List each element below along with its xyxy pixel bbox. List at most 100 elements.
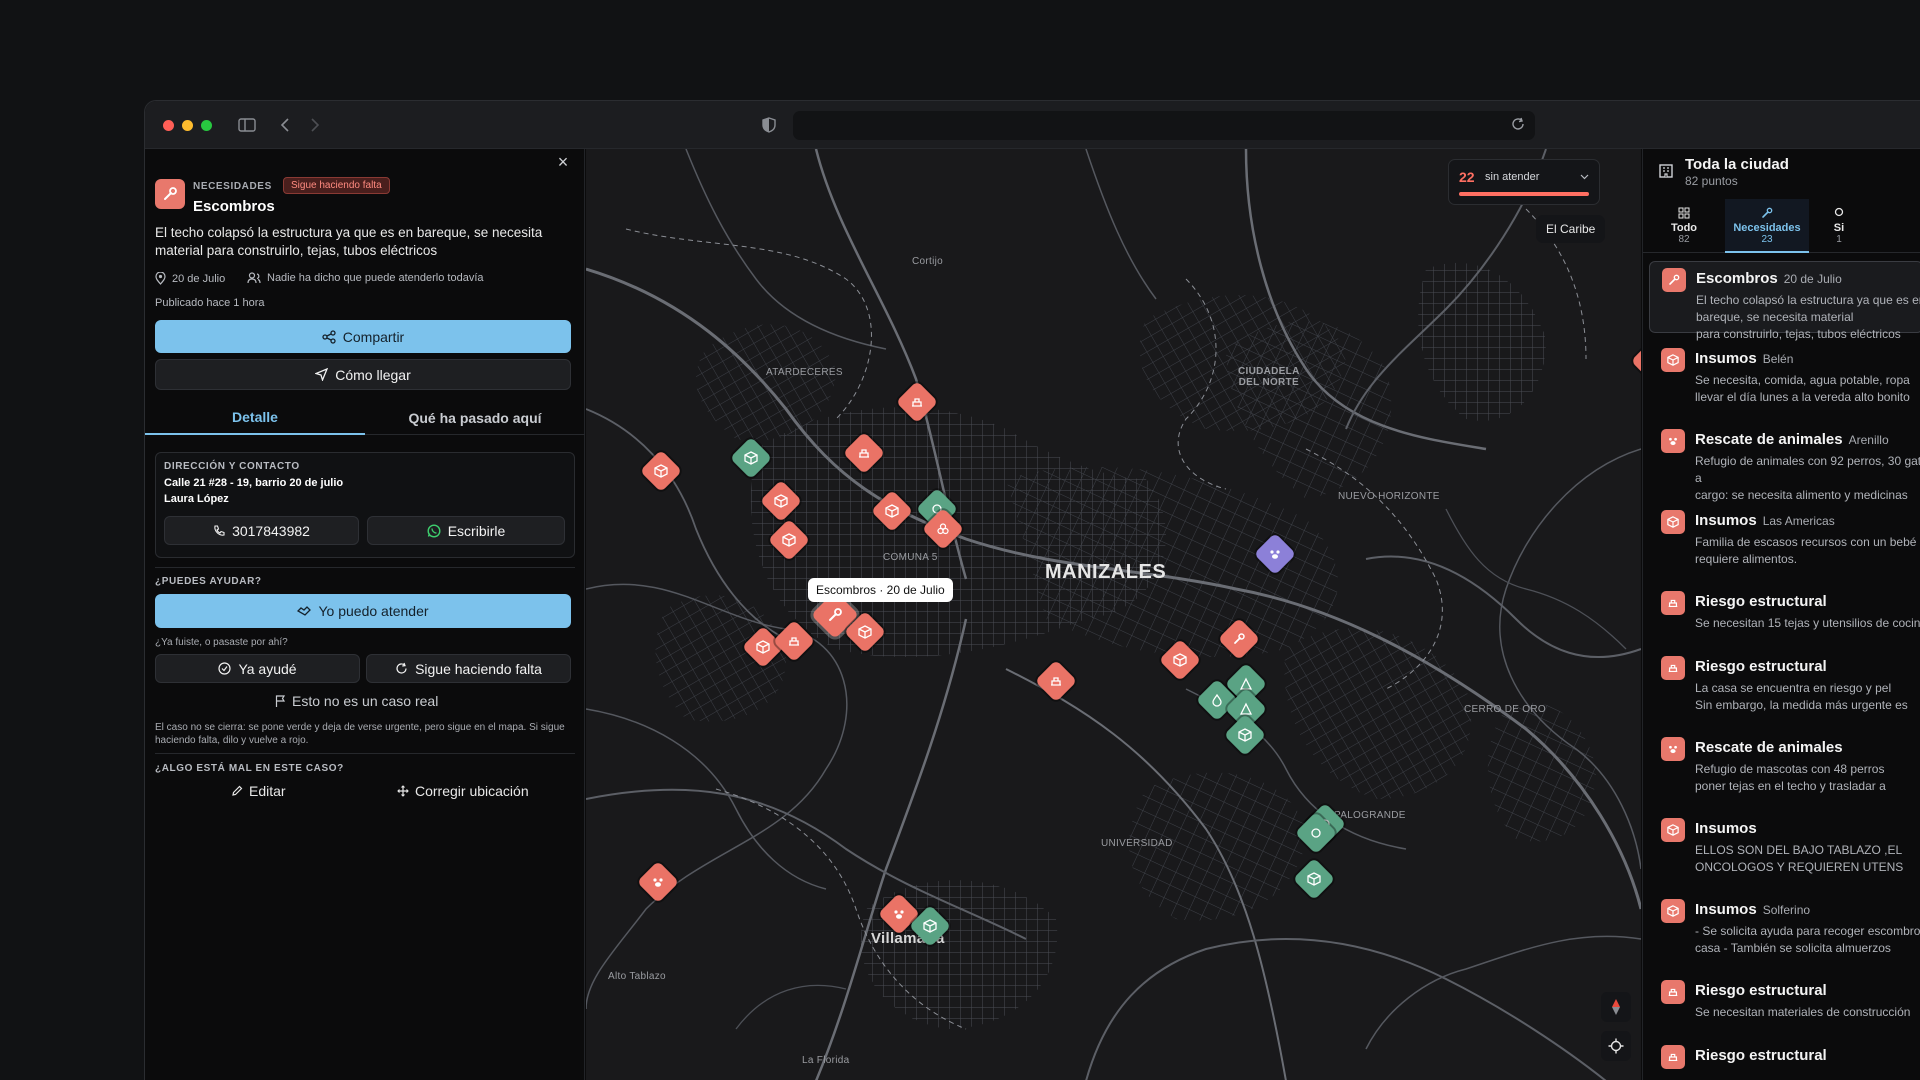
map-label-la-florida: La Florida <box>802 1055 850 1066</box>
whatsapp-icon <box>427 523 441 538</box>
list-item-desc: ELLOS SON DEL BAJO TABLAZO ,EL ONCOLOGOS… <box>1695 843 1904 874</box>
location-pin-icon <box>155 272 166 285</box>
share-button-label: Compartir <box>342 328 405 345</box>
unattended-filter[interactable]: 22 sin atender <box>1448 159 1600 205</box>
cases-list-panel: Toda la ciudad 82 puntos Todo 82 Necesid… <box>1642 149 1920 1080</box>
list-item[interactable]: Insumos Las Americas Familia de escasos r… <box>1649 504 1920 576</box>
list-item-title: Rescate de animales Arenillo <box>1695 431 1889 448</box>
list-item-title: Riesgo estructural <box>1695 982 1827 999</box>
scope-title: Toda la ciudad <box>1685 156 1789 173</box>
call-button[interactable]: 3017843982 <box>164 516 359 545</box>
list-item-title: Insumos Solferino <box>1695 901 1811 918</box>
people-icon <box>247 272 261 284</box>
list-item-title: Riesgo estructural <box>1695 593 1827 610</box>
forward-icon[interactable] <box>303 113 327 137</box>
unattended-count: 22 <box>1459 169 1475 185</box>
list-item-desc: Se necesita, comida, agua potable, ropa … <box>1695 373 1910 404</box>
list-item[interactable]: Riesgo estructural La casa se encuentra … <box>1649 650 1920 722</box>
phone-icon <box>214 524 225 536</box>
list-item[interactable]: Riesgo estructural <box>1649 1039 1920 1080</box>
list-item-desc: El techo colapsó la estructura ya que es… <box>1696 293 1920 341</box>
help-heading: ¿PUEDES AYUDAR? <box>155 576 262 587</box>
tab-si[interactable]: Si 1 <box>1809 199 1869 253</box>
case-location: 20 de Julio <box>155 272 225 285</box>
list-item[interactable]: Insumos ELLOS SON DEL BAJO TABLAZO ,EL O… <box>1649 812 1920 884</box>
report-not-real-link[interactable]: Esto no es un caso real <box>275 693 438 709</box>
list-item[interactable]: Rescate de animales Arenillo Refugio de a… <box>1649 423 1920 502</box>
paw-icon <box>1661 429 1685 453</box>
list-item[interactable]: Riesgo estructural Se necesitan material… <box>1649 974 1920 1030</box>
fix-location-label: Corregir ubicación <box>415 783 529 799</box>
compass-icon[interactable] <box>1601 992 1631 1022</box>
map-label-cerro: CERRO DE ORO <box>1464 704 1546 715</box>
directions-button-label: Cómo llegar <box>335 366 411 383</box>
list-item[interactable]: Insumos Belén Se necesita, comida, agua p… <box>1649 342 1920 414</box>
whatsapp-button[interactable]: Escribirle <box>367 516 565 545</box>
map-label-manizales: MANIZALES <box>1045 561 1167 583</box>
edit-link[interactable]: Editar <box>231 783 286 799</box>
tab-todo[interactable]: Todo 82 <box>1643 199 1725 253</box>
list-item[interactable]: Rescate de animales Refugio de mascotas … <box>1649 731 1920 803</box>
navigation-arrow-icon <box>315 368 329 381</box>
tab-necesidades-count: 23 <box>1761 234 1773 245</box>
published-time: Publicado hace 1 hora <box>155 297 265 309</box>
pin-icon <box>1834 207 1844 217</box>
map-label-alto-tablazo: Alto Tablazo <box>608 971 666 982</box>
already-helped-label: Ya ayudé <box>238 660 297 677</box>
reload-icon[interactable] <box>1511 117 1527 133</box>
address-bar[interactable] <box>793 111 1535 140</box>
list-item[interactable]: Riesgo estructural Se necesitan 15 tejas… <box>1649 585 1920 641</box>
detail-tabs: Detalle Qué ha pasado aquí <box>145 401 585 435</box>
check-circle-icon <box>218 662 232 675</box>
zone-chip[interactable]: El Caribe <box>1536 215 1606 243</box>
chevron-down-icon <box>1580 174 1589 180</box>
browser-window: × NECESIDADES Sigue haciendo falta Escom… <box>144 100 1920 1080</box>
close-window-button[interactable] <box>163 120 174 131</box>
unattended-label: sin atender <box>1485 171 1540 183</box>
case-responders: Nadie ha dicho que puede atenderlo todav… <box>247 272 484 284</box>
box-icon <box>1661 818 1685 842</box>
close-icon[interactable]: × <box>554 153 572 171</box>
list-item[interactable]: Escombros 20 de Julio El techo colapsó la… <box>1649 261 1920 341</box>
case-location-text: 20 de Julio <box>172 272 226 285</box>
map-label-atardeceres: ATARDECERES <box>766 367 843 378</box>
privacy-shield-icon[interactable] <box>757 113 781 137</box>
move-icon <box>397 785 409 797</box>
street-network <box>586 149 1641 1080</box>
share-button[interactable]: Compartir <box>155 320 571 353</box>
directions-button[interactable]: Cómo llegar <box>155 359 571 390</box>
category-tabs: Todo 82 Necesidades 23 Si 1 <box>1643 199 1920 253</box>
unattended-progress-bar <box>1459 192 1589 196</box>
locate-me-icon[interactable] <box>1601 1031 1631 1061</box>
contact-address: Calle 21 #28 - 19, barrio 20 de julio <box>164 477 344 489</box>
list-item-title: Rescate de animales <box>1695 739 1843 756</box>
wrench-icon <box>1662 268 1686 292</box>
still-needed-button[interactable]: Sigue haciendo falta <box>366 654 571 683</box>
list-item-desc: - Se solicita ayuda para recoger escombr… <box>1695 924 1920 955</box>
back-icon[interactable] <box>273 113 297 137</box>
report-not-real-label: Esto no es un caso real <box>292 693 439 709</box>
divider <box>155 753 575 754</box>
tab-history[interactable]: Qué ha pasado aquí <box>365 401 585 435</box>
tab-todo-label: Todo <box>1670 222 1698 234</box>
contact-card: DIRECCIÓN Y CONTACTO Calle 21 #28 - 19, … <box>155 452 575 558</box>
tab-si-count: 1 <box>1836 234 1842 245</box>
tab-detalle[interactable]: Detalle <box>145 401 365 435</box>
wrench-icon <box>1762 207 1773 218</box>
minimize-window-button[interactable] <box>182 120 193 131</box>
tab-necesidades[interactable]: Necesidades 23 <box>1725 199 1809 253</box>
map-tooltip: Escombros · 20 de Julio <box>808 578 953 602</box>
list-item-title: Insumos <box>1695 820 1757 837</box>
map-label-cortijo: Cortijo <box>912 256 943 267</box>
browser-toolbar <box>145 101 1920 149</box>
fix-location-link[interactable]: Corregir ubicación <box>397 783 529 799</box>
already-helped-button[interactable]: Ya ayudé <box>155 654 360 683</box>
map-canvas[interactable]: Cortijo CIUDADELA DEL NORTE NUEVO HORIZO… <box>586 149 1641 1080</box>
box-icon <box>1661 899 1685 923</box>
list-item[interactable]: Insumos Solferino - Se solicita ayuda par… <box>1649 893 1920 965</box>
zoom-window-button[interactable] <box>201 120 212 131</box>
sidebar-toggle-icon[interactable] <box>235 113 259 137</box>
contact-heading: DIRECCIÓN Y CONTACTO <box>164 461 300 472</box>
list-item-desc: La casa se encuentra en riesgo y pel Sin… <box>1695 681 1908 712</box>
attend-button[interactable]: Yo puedo atender <box>155 594 571 628</box>
